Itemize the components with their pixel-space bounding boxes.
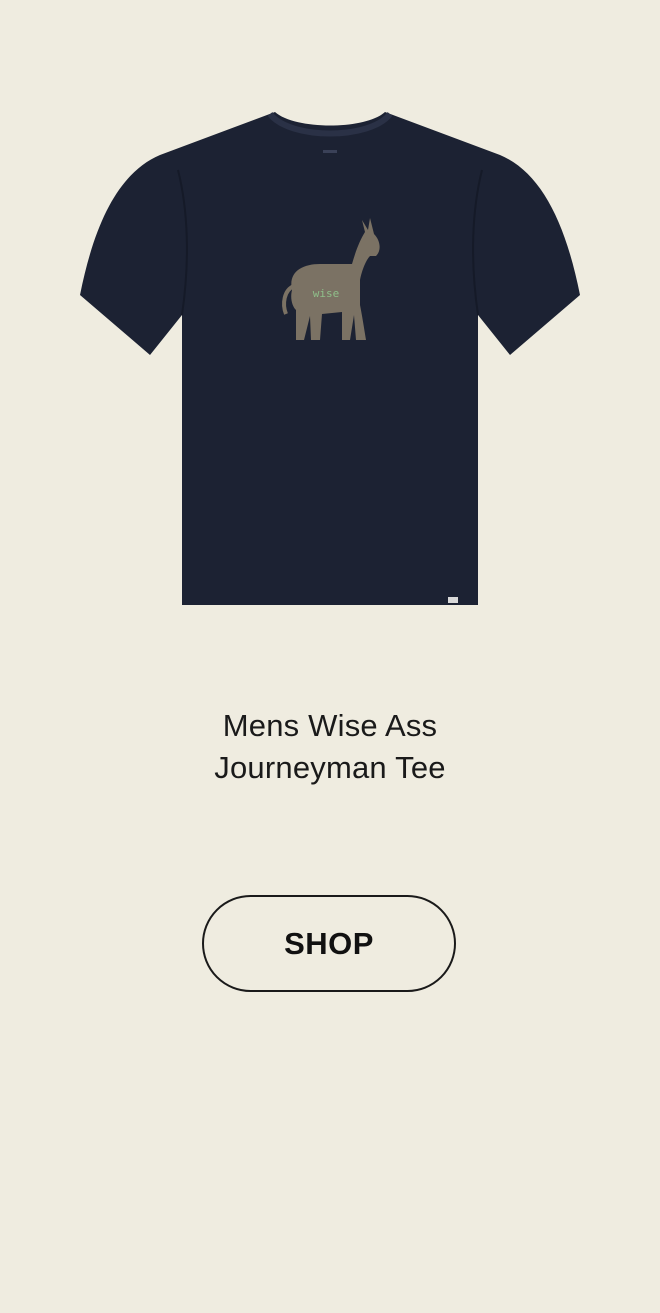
graphic-text: wise (313, 287, 340, 300)
product-title-line1: Mens Wise Ass (222, 708, 438, 743)
product-title[interactable]: Mens Wise Ass Journeyman Tee (0, 705, 660, 789)
shop-button[interactable]: SHOP (202, 895, 456, 992)
t-shirt-icon: wise (80, 111, 580, 605)
t-shirt-body (80, 112, 580, 605)
product-image[interactable]: wise (70, 100, 590, 620)
product-card: wise Mens Wise Ass Journeyman Tee SHOP (0, 0, 660, 1313)
product-title-line2: Journeyman Tee (214, 750, 446, 785)
